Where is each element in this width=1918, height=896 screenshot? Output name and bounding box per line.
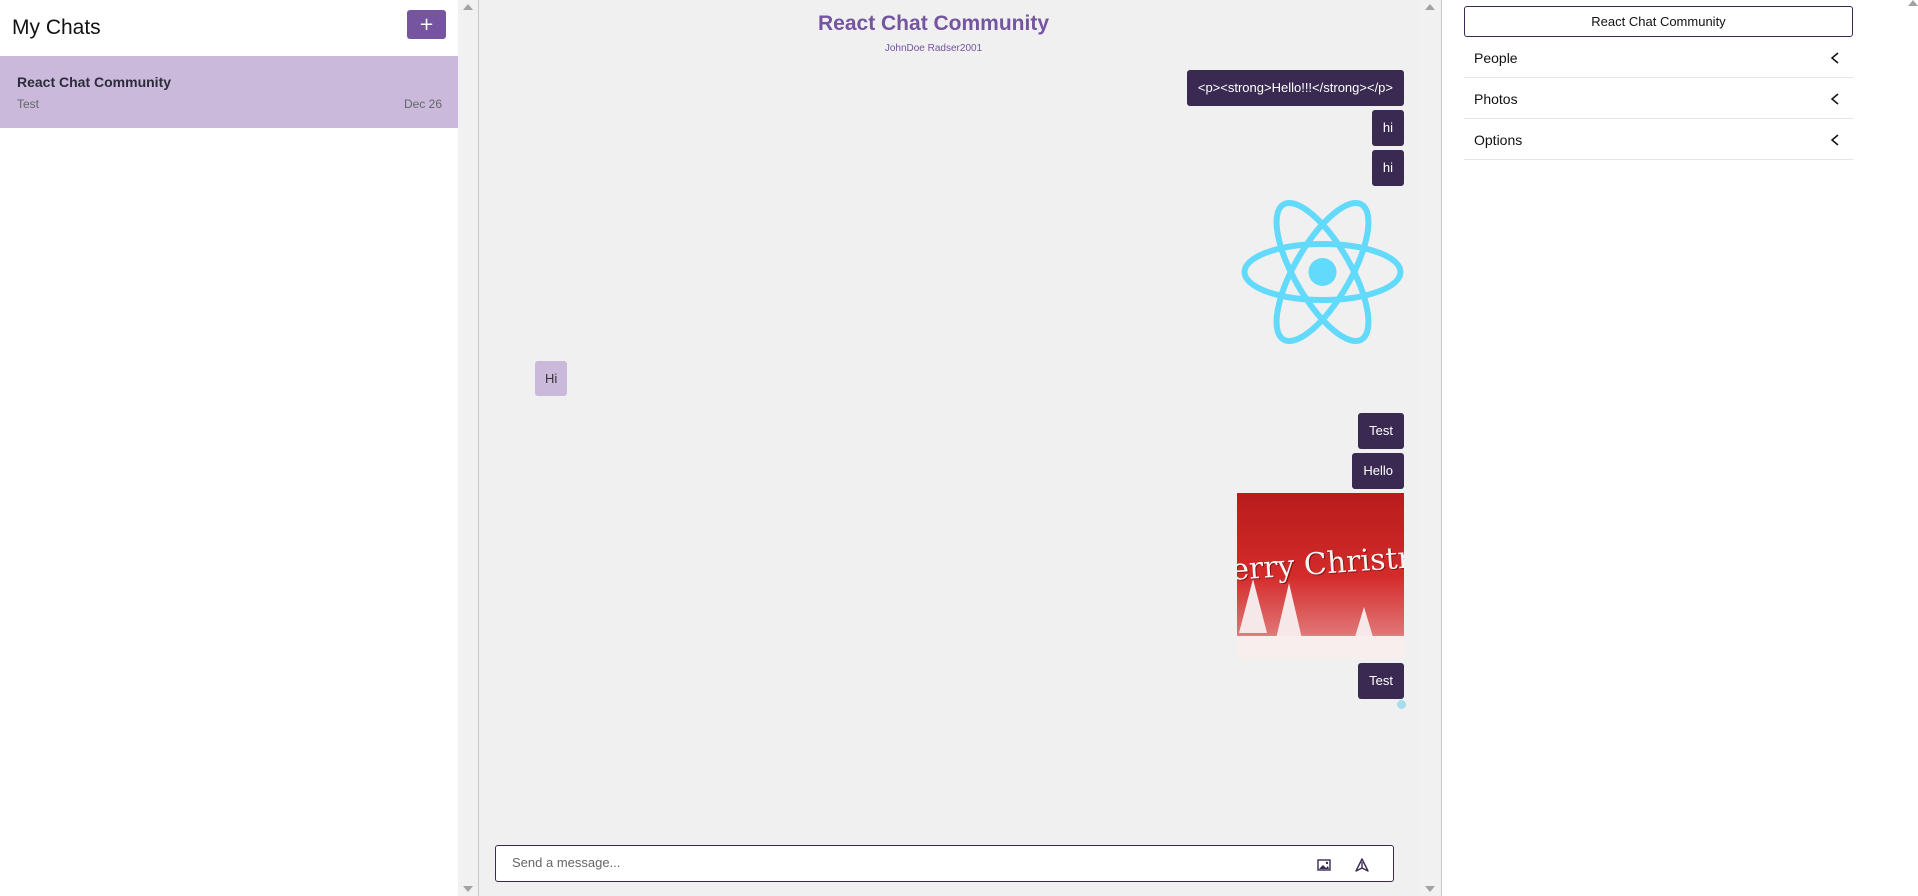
chat-card-date: Dec 26 xyxy=(403,97,442,111)
message-input[interactable] xyxy=(512,855,1272,870)
my-message-bubble: Test xyxy=(1358,663,1404,699)
chevron-left-icon[interactable] xyxy=(1829,51,1841,65)
scroll-down-arrow-icon[interactable] xyxy=(1425,886,1435,892)
image-caption-text: erry Christmas xyxy=(1237,537,1404,588)
chat-list-scrollbar[interactable] xyxy=(458,0,478,896)
settings-section-label: People xyxy=(1474,50,1518,66)
chevron-left-icon[interactable] xyxy=(1829,133,1841,147)
settings-chat-title[interactable]: React Chat Community xyxy=(1464,6,1853,37)
my-message-bubble: hi xyxy=(1371,150,1404,186)
tree-shape xyxy=(1275,583,1303,643)
scroll-up-arrow-icon[interactable] xyxy=(1425,4,1435,10)
scroll-up-arrow-icon[interactable] xyxy=(1908,0,1918,6)
chat-title: React Chat Community xyxy=(817,12,1050,35)
settings-section-photos[interactable]: Photos xyxy=(1464,79,1853,119)
chat-card-last-message: Test xyxy=(17,97,40,111)
chat-participants: JohnDoe Radser2001 xyxy=(884,43,983,54)
read-receipt-dot xyxy=(1397,700,1406,709)
scroll-down-arrow-icon[interactable] xyxy=(463,886,473,892)
chat-settings-panel: React Chat Community People Photos Optio… xyxy=(1442,0,1918,896)
settings-section-people[interactable]: People xyxy=(1464,38,1853,78)
chat-list-header: My Chats + xyxy=(0,0,458,56)
send-icon[interactable] xyxy=(1354,857,1370,873)
chat-list-panel: My Chats + React Chat Community Test Dec… xyxy=(0,0,458,896)
chat-app: My Chats + React Chat Community Test Dec… xyxy=(0,0,1918,896)
scroll-up-arrow-icon[interactable] xyxy=(463,4,473,10)
settings-section-options[interactable]: Options xyxy=(1464,120,1853,160)
message-composer xyxy=(495,845,1394,882)
chat-feed-scrollbar[interactable] xyxy=(1420,0,1440,896)
my-message-bubble: <p><strong>Hello!!!</strong></p> xyxy=(1186,70,1404,106)
chat-list-title: My Chats xyxy=(12,16,101,39)
my-message-bubble: Hello xyxy=(1352,453,1404,489)
tree-shape xyxy=(1355,607,1373,637)
chevron-left-icon[interactable] xyxy=(1829,92,1841,106)
chat-feed-panel: React Chat Community JohnDoe Radser2001 … xyxy=(479,0,1441,896)
settings-section-label: Options xyxy=(1474,132,1523,148)
new-chat-button[interactable]: + xyxy=(407,10,446,39)
merry-christmas-image[interactable]: erry Christmas xyxy=(1237,493,1404,658)
react-logo-image[interactable] xyxy=(1240,198,1405,346)
chat-card-react-chat-community[interactable]: React Chat Community Test Dec 26 xyxy=(0,56,458,128)
my-message-bubble: Test xyxy=(1358,413,1404,449)
chat-card-title: React Chat Community xyxy=(17,74,172,90)
their-message-bubble: Hi xyxy=(535,361,568,396)
settings-section-label: Photos xyxy=(1474,91,1518,107)
my-message-bubble: hi xyxy=(1371,110,1404,146)
snow-ground xyxy=(1237,636,1404,658)
attach-image-icon[interactable] xyxy=(1316,857,1332,873)
